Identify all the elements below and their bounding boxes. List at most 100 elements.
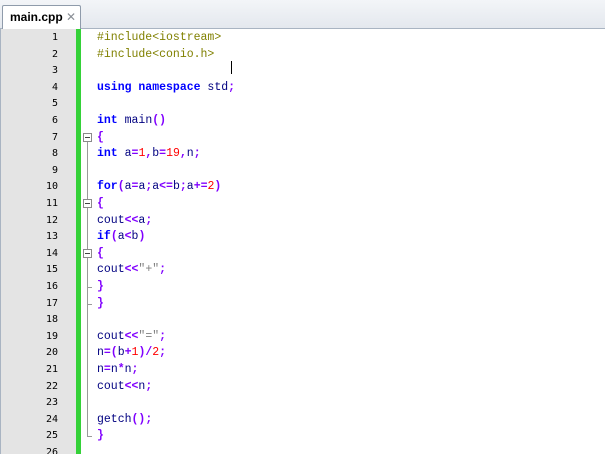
code-token: n xyxy=(124,363,132,376)
close-icon[interactable]: ✕ xyxy=(66,10,76,24)
line-number: 4 xyxy=(51,81,58,93)
line-number: 26 xyxy=(45,447,58,454)
line-number: 1 xyxy=(51,32,58,43)
line-number: 10 xyxy=(45,181,58,193)
code-line[interactable]: 19 cout<<"="; xyxy=(1,329,605,345)
code-token: ; xyxy=(159,329,167,343)
code-line[interactable]: 6 int main() xyxy=(1,113,605,129)
code-token: int xyxy=(97,147,118,161)
line-code: #include<iostream> xyxy=(97,31,221,44)
code-line[interactable]: 20 n=(b+1)/2; xyxy=(1,345,605,361)
code-token: #include<conio.h> xyxy=(97,47,215,61)
code-token: a xyxy=(124,180,132,194)
code-token: b xyxy=(117,346,125,360)
code-token: )/ xyxy=(138,346,153,360)
line-number: 5 xyxy=(51,98,58,110)
line-code: cout<<"+"; xyxy=(97,263,166,276)
line-number: 7 xyxy=(51,131,58,143)
code-token: ; xyxy=(145,379,153,393)
fold-end-marker xyxy=(87,436,92,438)
code-token: int xyxy=(97,114,118,127)
fold-end-marker xyxy=(87,303,92,305)
code-token: () xyxy=(152,114,167,127)
code-token: ; xyxy=(159,346,167,360)
code-token: n xyxy=(97,363,104,376)
fold-toggle-icon[interactable] xyxy=(83,132,92,142)
code-token: , xyxy=(179,147,187,161)
code-token: a xyxy=(186,180,194,194)
code-token: ; xyxy=(228,80,236,94)
line-number: 23 xyxy=(45,397,58,409)
line-code: { xyxy=(97,131,104,144)
line-code: n=n*n; xyxy=(97,363,138,376)
code-line[interactable]: 15 cout<<"+"; xyxy=(1,262,605,278)
line-number: 12 xyxy=(45,214,58,226)
code-token: } xyxy=(97,429,104,443)
line-number: 9 xyxy=(51,164,58,176)
line-code: int a=1,b=19,n; xyxy=(97,147,201,160)
line-number: 21 xyxy=(45,364,58,375)
code-token: ; xyxy=(145,213,153,227)
code-token: } xyxy=(97,280,104,293)
code-line[interactable]: 5 xyxy=(1,96,605,112)
code-token: <= xyxy=(159,180,173,194)
code-line[interactable]: 24 getch(); xyxy=(1,412,605,428)
code-token: << xyxy=(124,213,139,227)
code-line[interactable]: 1 #include<iostream> xyxy=(1,30,605,46)
code-line[interactable]: 23 xyxy=(1,395,605,411)
code-token: += xyxy=(193,180,208,194)
code-line[interactable]: 26 xyxy=(1,445,605,454)
line-code: } xyxy=(97,280,104,293)
code-line[interactable]: 9 xyxy=(1,163,605,179)
line-code: } xyxy=(97,297,104,310)
code-token: = xyxy=(103,363,111,376)
code-token: } xyxy=(97,296,104,310)
code-token: (); xyxy=(131,412,153,426)
code-token: "+" xyxy=(138,263,160,277)
code-token: cout xyxy=(97,213,125,227)
fold-toggle-icon[interactable] xyxy=(83,199,92,208)
fold-end-marker xyxy=(87,287,92,288)
code-token: << xyxy=(124,263,139,277)
code-token: =( xyxy=(103,346,118,360)
tab-main-cpp[interactable]: main.cpp ✕ xyxy=(2,5,81,29)
code-token: main xyxy=(117,114,153,127)
code-token: ( xyxy=(117,180,125,194)
code-token: n xyxy=(97,346,104,360)
fold-toggle-icon[interactable] xyxy=(83,248,92,258)
code-editor[interactable]: 1 #include<iostream> 2 #include<conio.h> 3 4 u… xyxy=(0,29,605,454)
code-line[interactable]: 10 for(a=a;a<=b;a+=2) xyxy=(1,179,605,195)
code-token: ) xyxy=(214,180,222,194)
code-token: 19 xyxy=(166,147,180,161)
code-line[interactable]: 18 xyxy=(1,312,605,328)
code-line[interactable]: 2 #include<conio.h> xyxy=(1,47,605,63)
code-line[interactable]: 21 n=n*n; xyxy=(1,362,605,378)
line-number: 11 xyxy=(45,198,58,209)
code-token: ; xyxy=(159,263,167,277)
line-number: 25 xyxy=(45,430,58,442)
code-token: n xyxy=(186,147,194,161)
code-token: std xyxy=(200,80,229,94)
code-line[interactable]: 3 xyxy=(1,63,605,79)
line-code: using namespace std; xyxy=(97,81,235,94)
code-line[interactable]: 12 cout<<a; xyxy=(1,213,605,229)
line-number: 14 xyxy=(45,247,58,259)
code-token: cout xyxy=(97,379,125,393)
code-token: < xyxy=(124,230,132,244)
code-token: a xyxy=(117,230,125,244)
tab-bar: main.cpp ✕ xyxy=(0,0,605,29)
code-token: n xyxy=(110,363,118,376)
code-token: { xyxy=(97,197,104,210)
line-number: 15 xyxy=(45,264,58,276)
code-line[interactable]: 22 cout<<n; xyxy=(1,379,605,395)
line-number: 24 xyxy=(45,413,58,425)
code-line[interactable]: 13 if(a<b) xyxy=(1,229,605,245)
code-token: { xyxy=(97,246,104,260)
code-token: << xyxy=(124,379,139,393)
code-token: #include<iostream> xyxy=(97,31,222,44)
code-token: * xyxy=(117,363,125,376)
code-line[interactable]: 8 int a=1,b=19,n; xyxy=(1,146,605,162)
line-number: 6 xyxy=(51,115,58,126)
code-token: << xyxy=(124,329,139,343)
code-line[interactable]: 4 using namespace std; xyxy=(1,80,605,96)
